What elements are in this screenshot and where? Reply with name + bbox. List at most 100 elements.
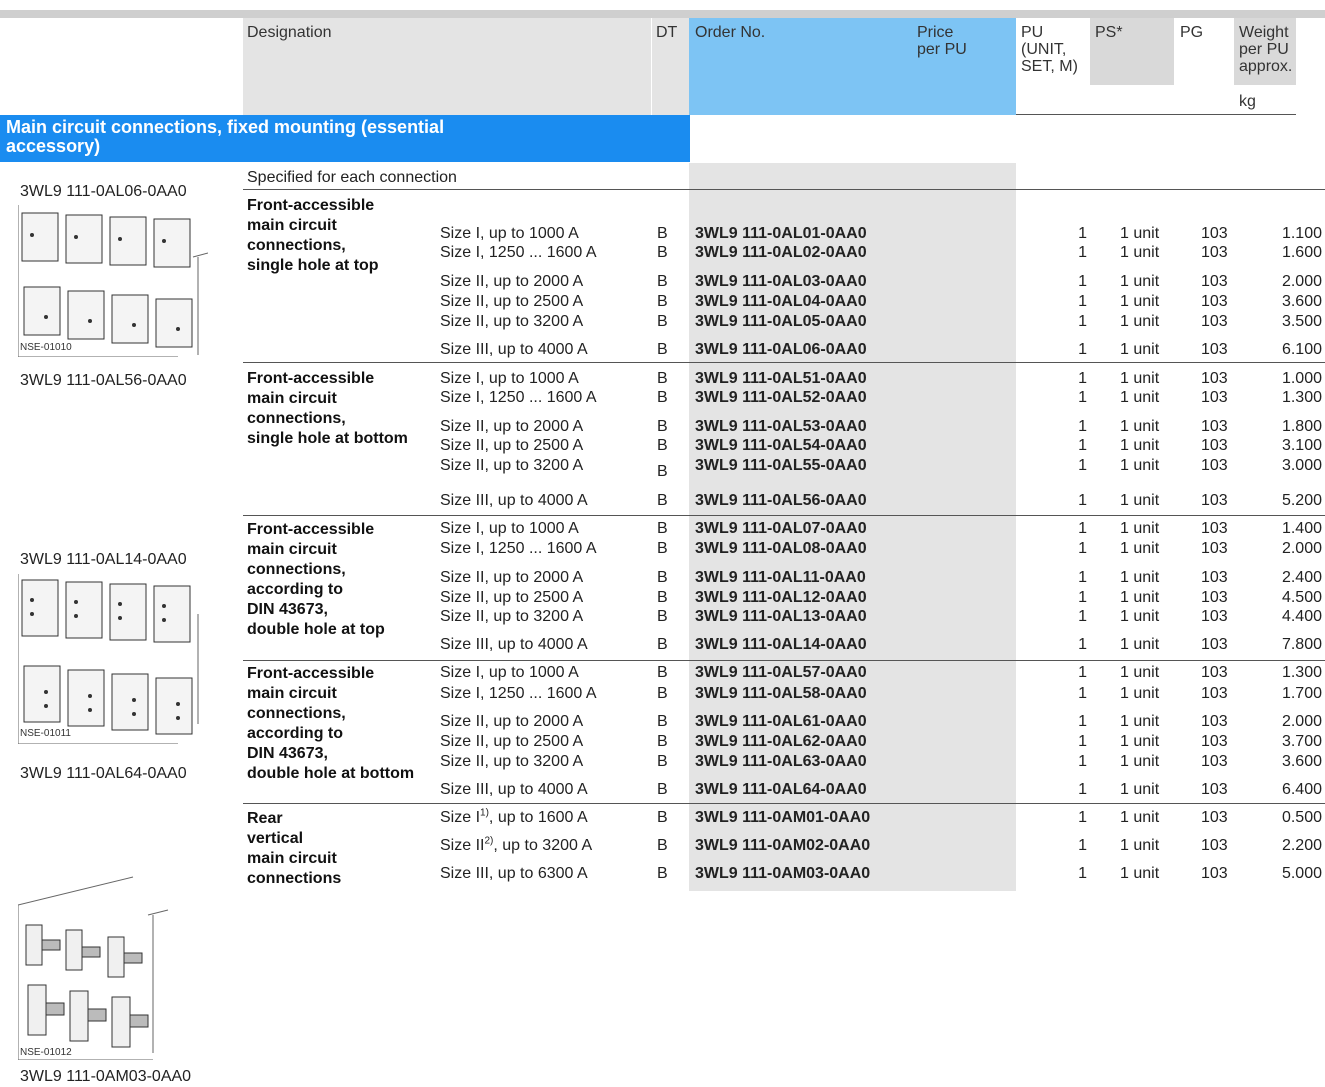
cell-dt: B	[657, 341, 668, 358]
group-3-desc-line: according to	[247, 581, 344, 598]
rule-group-4	[243, 660, 1325, 661]
cell-ps: 1 unit	[1120, 713, 1160, 730]
group-4-desc-line: DIN 43673,	[247, 745, 328, 762]
header-divider	[651, 18, 652, 115]
cell-order: 3WL9 111-0AL57-0AA0	[695, 664, 867, 681]
cell-pu: 1	[1078, 664, 1087, 681]
cell-w: 2.000	[1281, 713, 1322, 730]
cell-order: 3WL9 111-0AL07-0AA0	[695, 520, 867, 537]
cell-w: 1.700	[1281, 685, 1322, 702]
cell-dt: B	[657, 540, 668, 557]
cell-pg: 103	[1201, 865, 1228, 882]
cell-order: 3WL9 111-0AL52-0AA0	[695, 389, 867, 406]
cell-dt: B	[657, 636, 668, 653]
header-weight: Weight per PU approx.	[1239, 24, 1293, 75]
cell-w: 2.000	[1281, 540, 1322, 557]
group-2-desc-line: main circuit	[247, 390, 337, 407]
cell-ps: 1 unit	[1120, 781, 1160, 798]
cell-dt: B	[657, 273, 668, 290]
group-3-desc-line: main circuit	[247, 541, 337, 558]
cell-dt: B	[657, 569, 668, 586]
cell-pg: 103	[1201, 664, 1228, 681]
cell-pu: 1	[1078, 389, 1087, 406]
group-2-desc-line: Front-accessible	[247, 370, 375, 387]
cell-pu: 1	[1078, 540, 1087, 557]
cell-w: 5.000	[1281, 865, 1322, 882]
cell-size: Size III, up to 4000 A	[440, 636, 588, 653]
cell-size: Size I, 1250 ... 1600 A	[440, 389, 597, 406]
cell-dt: B	[657, 370, 668, 387]
cell-pu: 1	[1078, 608, 1087, 625]
cell-dt: B	[657, 418, 668, 435]
cell-size: Size II, up to 2500 A	[440, 589, 584, 606]
cell-pg: 103	[1201, 540, 1228, 557]
cell-size: Size I, 1250 ... 1600 A	[440, 685, 597, 702]
cell-w: 1.100	[1281, 225, 1322, 242]
cell-size: Size I, up to 1000 A	[440, 664, 579, 681]
cell-size: Size I, up to 1000 A	[440, 520, 579, 537]
cell-pu: 1	[1078, 418, 1087, 435]
group-5-desc-line: vertical	[247, 830, 304, 847]
cell-order: 3WL9 111-0AL14-0AA0	[695, 636, 867, 653]
group-4-desc-line: double hole at bottom	[247, 765, 415, 782]
cell-pu: 1	[1078, 636, 1087, 653]
cell-pg: 103	[1201, 713, 1228, 730]
cell-w: 1.300	[1281, 664, 1322, 681]
cell-order: 3WL9 111-0AL51-0AA0	[695, 370, 867, 387]
cell-ps: 1 unit	[1120, 437, 1160, 454]
header-kg: kg	[1239, 93, 1256, 110]
side-label-3: 3WL9 111-0AL14-0AA0	[20, 551, 187, 568]
cell-w: 2.000	[1281, 273, 1322, 290]
cell-ps: 1 unit	[1120, 273, 1160, 290]
cell-pu: 1	[1078, 753, 1087, 770]
cell-pu: 1	[1078, 865, 1087, 882]
cell-dt: B	[657, 225, 668, 242]
group-5-desc-line: Rear	[247, 810, 283, 827]
cell-order: 3WL9 111-0AL64-0AA0	[695, 781, 867, 798]
group-4-desc-line: Front-accessible	[247, 665, 375, 682]
cell-pu: 1	[1078, 244, 1087, 261]
cell-size: Size I, up to 1000 A	[440, 370, 579, 387]
cell-size: Size II, up to 2500 A	[440, 293, 584, 310]
cell-order: 3WL9 111-0AL53-0AA0	[695, 418, 867, 435]
cell-order: 3WL9 111-0AL55-0AA0	[695, 457, 867, 474]
cell-order: 3WL9 111-0AM03-0AA0	[695, 865, 871, 882]
cell-pu: 1	[1078, 370, 1087, 387]
cell-pg: 103	[1201, 341, 1228, 358]
cell-pg: 103	[1201, 608, 1228, 625]
cell-pg: 103	[1201, 636, 1228, 653]
cell-w: 0.500	[1281, 809, 1322, 826]
cell-ps: 1 unit	[1120, 418, 1160, 435]
cell-ps: 1 unit	[1120, 753, 1160, 770]
cell-order: 3WL9 111-0AM01-0AA0	[695, 809, 871, 826]
size-text: , up to 1600 A	[488, 809, 588, 826]
cell-size: Size II, up to 3200 A	[440, 753, 584, 770]
cell-dt: B	[657, 664, 668, 681]
cell-pu: 1	[1078, 589, 1087, 606]
size-text: , up to 3200 A	[493, 837, 593, 854]
cell-size: Size II, up to 2500 A	[440, 437, 584, 454]
group-2-desc-line: connections,	[247, 410, 346, 427]
cell-pu: 1	[1078, 520, 1087, 537]
cell-w: 1.400	[1281, 520, 1322, 537]
cell-pg: 103	[1201, 569, 1228, 586]
cell-ps: 1 unit	[1120, 457, 1160, 474]
cell-size: Size I1), up to 1600 A	[440, 808, 588, 826]
cell-size: Size II, up to 2000 A	[440, 713, 584, 730]
cell-ps: 1 unit	[1120, 293, 1160, 310]
cell-pu: 1	[1078, 293, 1087, 310]
cell-pu: 1	[1078, 492, 1087, 509]
cell-w: 4.500	[1281, 589, 1322, 606]
cell-dt: B	[657, 781, 668, 798]
cell-order: 3WL9 111-0AL56-0AA0	[695, 492, 867, 509]
cell-ps: 1 unit	[1120, 809, 1160, 826]
cell-dt: B	[657, 589, 668, 606]
cell-ps: 1 unit	[1120, 389, 1160, 406]
cell-pu: 1	[1078, 457, 1087, 474]
cell-order: 3WL9 111-0AL04-0AA0	[695, 293, 867, 310]
cell-pu: 1	[1078, 685, 1087, 702]
cell-pu: 1	[1078, 809, 1087, 826]
cell-w: 5.200	[1281, 492, 1322, 509]
specified-note: Specified for each connection	[247, 169, 457, 186]
group-1-description: Front-accessible main circuit connections,…	[247, 196, 379, 276]
